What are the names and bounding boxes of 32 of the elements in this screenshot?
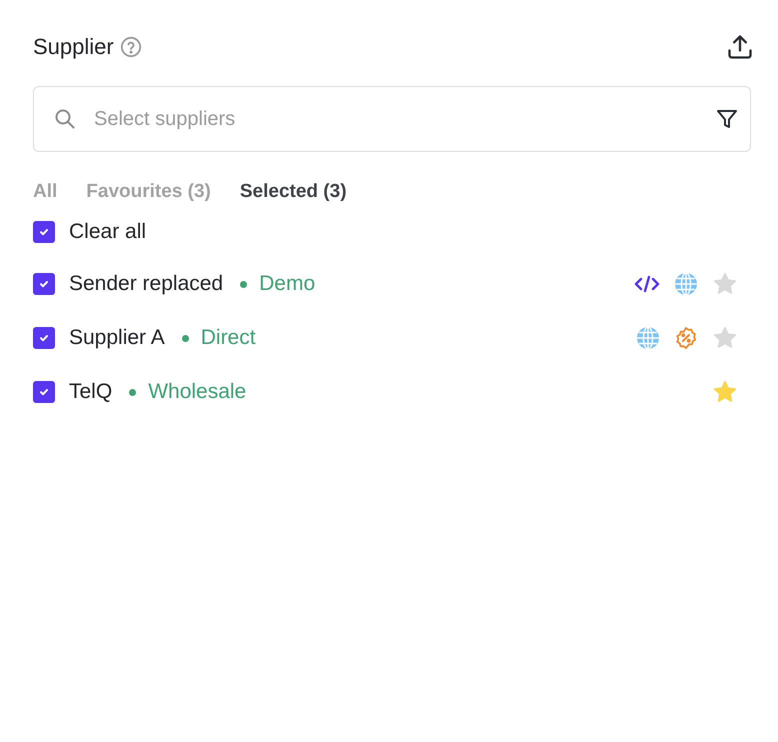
star-icon[interactable]: [712, 271, 738, 297]
filter-icon[interactable]: [715, 107, 739, 131]
check-icon: [38, 278, 50, 290]
checkbox[interactable]: [33, 327, 55, 349]
supplier-name: TelQ: [69, 380, 112, 404]
status-dot: [182, 334, 189, 342]
checkbox[interactable]: [33, 221, 55, 243]
upload-icon[interactable]: [726, 33, 754, 61]
check-icon: [38, 386, 50, 398]
star-icon[interactable]: [712, 325, 738, 351]
supplier-name: Supplier A: [69, 326, 165, 350]
status-dot: [129, 388, 136, 396]
filter-tab[interactable]: Selected (3): [240, 181, 347, 203]
discount-icon: [674, 326, 698, 350]
checkbox[interactable]: [33, 381, 55, 403]
status-dot: [240, 280, 248, 288]
star-icon[interactable]: [712, 379, 738, 405]
clear-all-label[interactable]: Clear all: [69, 220, 146, 244]
supplier-type: Wholesale: [148, 380, 246, 404]
checkbox[interactable]: [33, 273, 55, 295]
supplier-type: Direct: [200, 326, 256, 350]
globe-icon: [636, 326, 660, 350]
search-icon: [53, 107, 77, 131]
check-icon: [38, 332, 50, 344]
panel-title: Supplier: [33, 34, 114, 60]
check-icon: [38, 226, 50, 238]
code-icon: [634, 274, 660, 294]
search-field[interactable]: Select suppliers: [33, 86, 751, 152]
help-icon[interactable]: [120, 36, 142, 58]
globe-icon: [674, 272, 698, 296]
supplier-name: Sender replaced: [69, 272, 224, 296]
supplier-type: Demo: [259, 272, 316, 296]
